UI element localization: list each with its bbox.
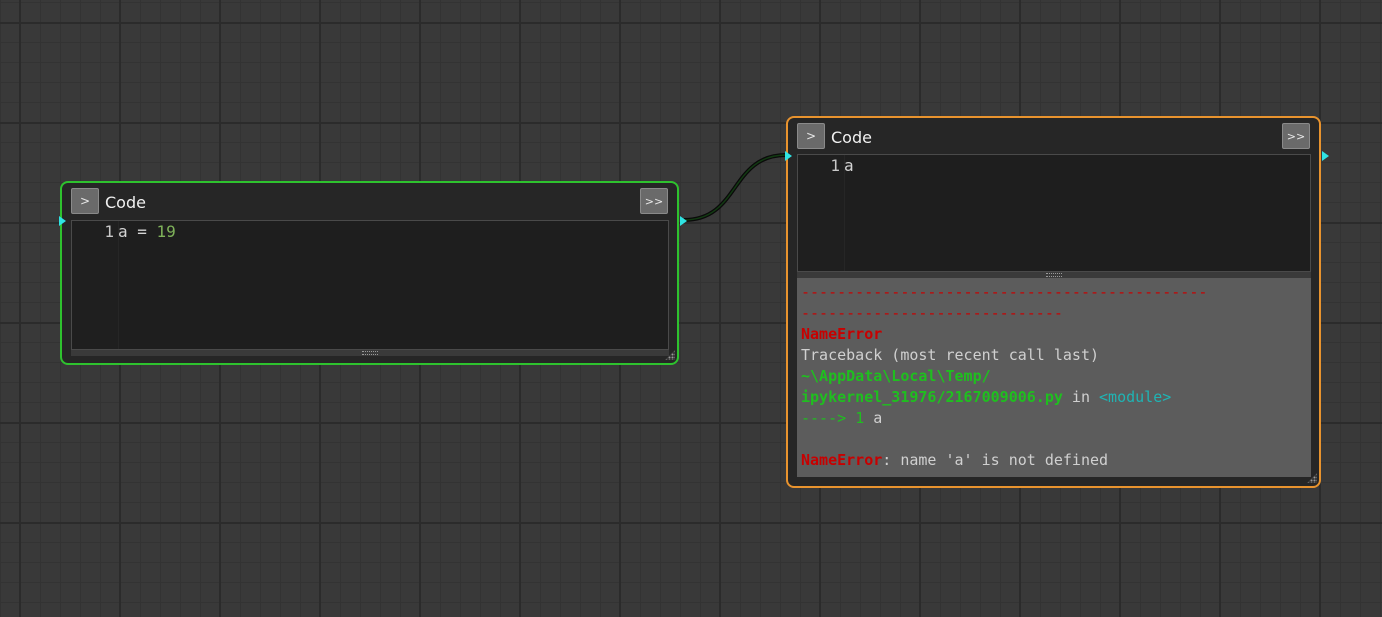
traceback-code: a — [864, 409, 883, 427]
code-node-1[interactable]: > Code >> 1 a = 19 — [59, 181, 687, 365]
in-keyword: in — [1062, 388, 1100, 406]
input-port[interactable] — [785, 151, 792, 161]
traceback-line-number: 1 — [855, 409, 865, 427]
expand-button[interactable]: >> — [640, 188, 668, 214]
run-button[interactable]: > — [71, 188, 99, 214]
traceback-file-name: ipykernel_31976/2167009006.py — [801, 388, 1063, 406]
code-editor[interactable]: 1 a — [797, 154, 1311, 272]
output-port[interactable] — [680, 216, 687, 226]
separator-line: ----------------------------------------… — [801, 283, 1208, 301]
run-button[interactable]: > — [797, 123, 825, 149]
editor-splitter[interactable] — [71, 350, 669, 356]
line-number: 1 — [104, 222, 114, 241]
code-editor[interactable]: 1 a = 19 — [71, 220, 669, 350]
traceback-code-line: ----> 1 a — [801, 408, 1307, 429]
code-line[interactable]: a — [844, 156, 854, 175]
traceback-file-line: ipykernel_31976/2167009006.py in <module… — [801, 387, 1307, 408]
input-port[interactable] — [59, 216, 66, 226]
node-title: Code — [105, 193, 146, 212]
code-variable: a — [844, 156, 854, 175]
node-header[interactable]: > Code >> — [71, 186, 668, 218]
separator-line: ----------------------------- — [801, 304, 1063, 322]
traceback-header: Traceback (most recent call last) — [801, 346, 1100, 364]
expand-button[interactable]: >> — [1282, 123, 1310, 149]
code-line[interactable]: a = 19 — [118, 222, 176, 241]
node-title: Code — [831, 128, 872, 147]
grip-icon — [1046, 273, 1062, 277]
cell-output: ----------------------------------------… — [797, 278, 1311, 477]
node-header[interactable]: > Code >> — [797, 121, 1310, 153]
error-name: NameError — [801, 451, 883, 469]
code-node-2[interactable]: > Code >> 1 a --------------------------… — [785, 116, 1329, 488]
output-port[interactable] — [1322, 151, 1329, 161]
line-number: 1 — [830, 156, 840, 175]
error-name: NameError — [801, 325, 883, 343]
code-number: 19 — [156, 222, 176, 241]
error-message: : name 'a' is not defined — [882, 451, 1109, 469]
error-message-line: NameError: name 'a' is not defined — [801, 450, 1307, 471]
code-variable: a — [118, 222, 128, 241]
line-gutter: 1 — [798, 155, 845, 271]
line-gutter: 1 — [72, 221, 119, 349]
traceback-file-path: ~\AppData\Local\Temp/ — [801, 367, 991, 385]
code-operator: = — [127, 222, 157, 241]
grip-icon — [362, 351, 378, 355]
module-name: <module> — [1099, 388, 1172, 406]
traceback-arrow: ----> — [801, 409, 856, 427]
